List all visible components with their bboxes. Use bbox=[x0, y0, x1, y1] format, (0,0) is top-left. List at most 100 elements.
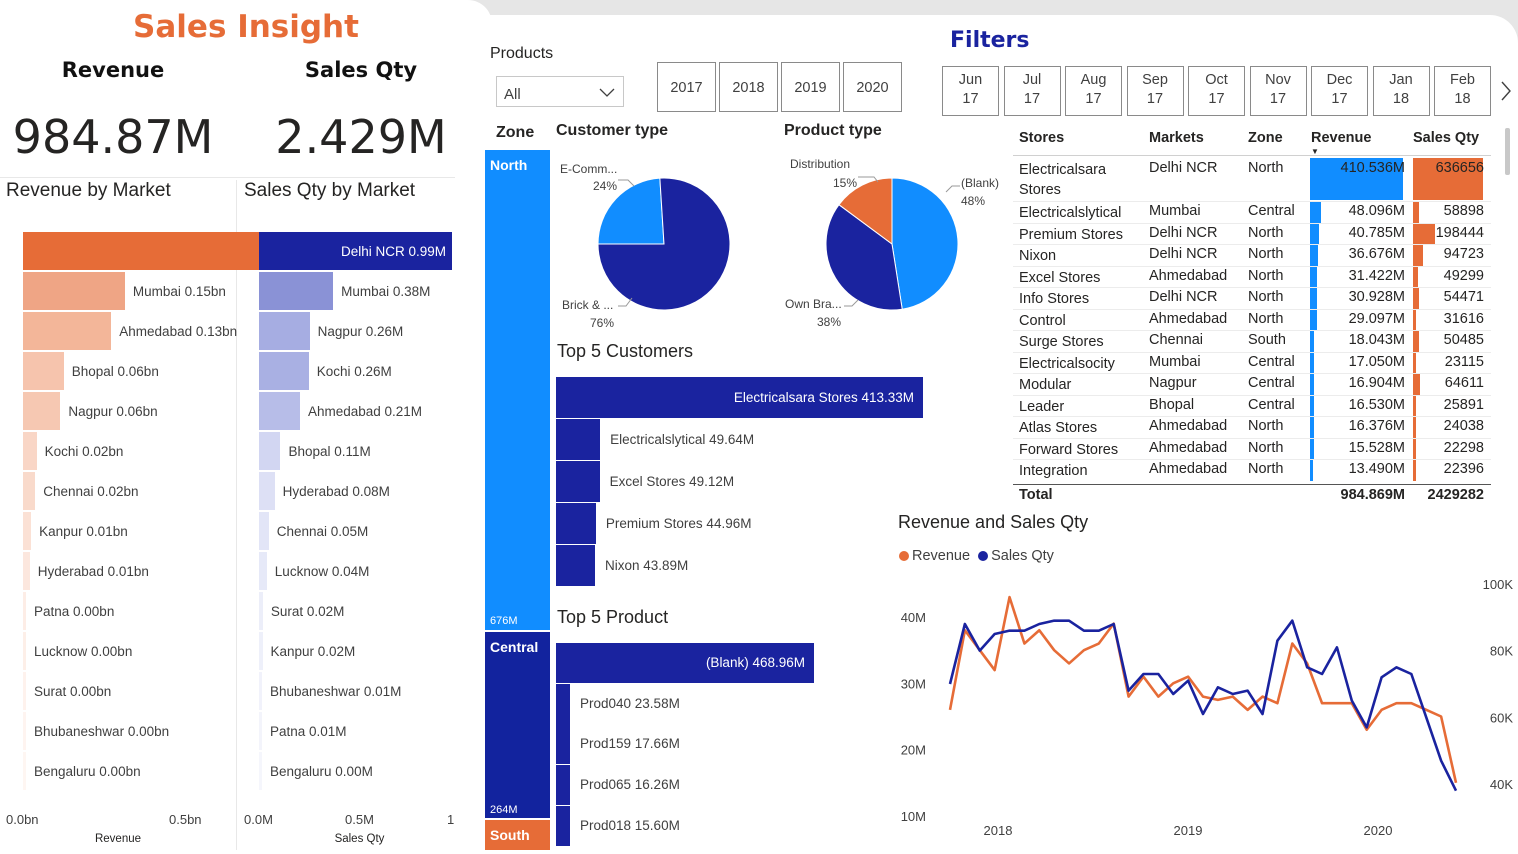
table-row[interactable]: Forward Stores Ahmedabad North 15.528M 22298 bbox=[1013, 437, 1491, 459]
table-row[interactable]: Leader Bhopal Central 16.530M 25891 bbox=[1013, 394, 1491, 416]
table-row[interactable]: Electricalsara Stores Delhi NCR North 410.5… bbox=[1013, 158, 1491, 201]
legend-qty-label: Sales Qty bbox=[991, 548, 1054, 564]
rev-market-bar[interactable] bbox=[23, 552, 30, 590]
year-button-2019[interactable]: 2019 bbox=[781, 62, 840, 112]
table-row[interactable]: Control Ahmedabad North 29.097M 31616 bbox=[1013, 308, 1491, 330]
rev-market-bar[interactable] bbox=[23, 712, 26, 750]
top-product-bar[interactable] bbox=[556, 683, 570, 724]
month-button[interactable]: Jul 17 bbox=[1003, 66, 1061, 116]
table-row[interactable]: Surge Stores Chennai South 18.043M 50485 bbox=[1013, 330, 1491, 352]
rev-market-bar[interactable] bbox=[23, 312, 112, 350]
products-dropdown[interactable]: All bbox=[496, 76, 624, 107]
legend-revenue[interactable]: Revenue bbox=[899, 548, 970, 564]
cell-store: Electricalslytical bbox=[1019, 205, 1122, 221]
qty-market-bar[interactable] bbox=[259, 512, 269, 550]
revenue-line[interactable] bbox=[948, 595, 1458, 784]
table-row[interactable]: Info Stores Delhi NCR North 30.928M 54471 bbox=[1013, 287, 1491, 309]
cell-market: Delhi NCR bbox=[1149, 246, 1218, 262]
product-type-slice[interactable] bbox=[891, 177, 959, 310]
table-row[interactable]: Integration Ahmedabad North 13.490M 22396 bbox=[1013, 459, 1491, 481]
rev-market-bar-label: Kanpur 0.01bn bbox=[39, 524, 128, 539]
cell-zone: North bbox=[1248, 160, 1284, 176]
top-customer-bar[interactable] bbox=[556, 545, 595, 586]
qty-market-bar[interactable] bbox=[259, 312, 310, 350]
cell-revenue: 16.530M bbox=[1348, 396, 1405, 413]
cell-market: Delhi NCR bbox=[1149, 289, 1218, 305]
qty-market-bar[interactable] bbox=[259, 432, 281, 470]
month-button[interactable]: Dec 17 bbox=[1311, 66, 1368, 116]
rev-market-bar[interactable] bbox=[23, 592, 26, 630]
cell-revenue: 31.422M bbox=[1348, 267, 1405, 284]
table-row[interactable]: Electricalsocity Mumbai Central 17.050M 2311… bbox=[1013, 351, 1491, 373]
table-header-markets[interactable]: Markets bbox=[1149, 130, 1204, 146]
qty-market-bar[interactable] bbox=[259, 352, 309, 390]
zone-south[interactable]: South bbox=[485, 820, 550, 850]
year-button-2020[interactable]: 2020 bbox=[843, 62, 902, 112]
month-button[interactable]: Jan 18 bbox=[1372, 66, 1430, 116]
qty-market-bar-label: Ahmedabad 0.21M bbox=[307, 404, 423, 419]
year-button-2017[interactable]: 2017 bbox=[657, 62, 716, 112]
zone-central[interactable]: Central 264M bbox=[485, 632, 550, 818]
table-header-zone[interactable]: Zone bbox=[1248, 130, 1283, 146]
legend-qty[interactable]: Sales Qty bbox=[978, 548, 1054, 564]
rev-market-bar[interactable] bbox=[23, 752, 26, 790]
month-button[interactable]: Jun 17 bbox=[942, 66, 999, 116]
table-row[interactable]: Modular Nagpur Central 16.904M 64611 bbox=[1013, 373, 1491, 395]
top-customer-bar[interactable] bbox=[556, 461, 600, 502]
rev-market-bar-label: Bhubaneshwar 0.00bn bbox=[34, 724, 170, 739]
rev-market-bar[interactable] bbox=[23, 632, 26, 670]
cell-revenue: 40.785M bbox=[1348, 224, 1405, 241]
qty-market-bar[interactable] bbox=[259, 392, 300, 430]
qty-market-bar[interactable] bbox=[259, 552, 267, 590]
table-scrollbar[interactable] bbox=[1505, 128, 1510, 175]
rev-market-bar[interactable] bbox=[23, 672, 26, 710]
month-button[interactable]: Aug 17 bbox=[1065, 66, 1122, 116]
top-product-bar-label: Prod040 23.58M bbox=[580, 695, 680, 711]
cell-store: Excel Stores bbox=[1019, 269, 1101, 286]
top-customer-bar[interactable] bbox=[556, 503, 596, 544]
top-product-bar[interactable] bbox=[556, 805, 570, 846]
month-button[interactable]: Oct 17 bbox=[1188, 66, 1245, 116]
qty-market-bar[interactable] bbox=[259, 632, 263, 670]
qty-market-bar-label: Delhi NCR 0.99M bbox=[340, 244, 446, 259]
revenue-kpi-label: Revenue bbox=[61, 58, 165, 82]
table-header-stores[interactable]: Stores bbox=[1019, 130, 1064, 146]
rev-market-bar[interactable] bbox=[23, 432, 37, 470]
table-row[interactable]: Nixon Delhi NCR North 36.676M 94723 bbox=[1013, 244, 1491, 266]
table-row[interactable]: Premium Stores Delhi NCR North 40.785M 19844… bbox=[1013, 222, 1491, 244]
qty-market-bar[interactable] bbox=[259, 472, 275, 510]
table-header-sales-qty[interactable]: Sales Qty bbox=[1413, 130, 1479, 146]
rev-market-bar[interactable] bbox=[23, 352, 64, 390]
month-button[interactable]: Feb 18 bbox=[1434, 66, 1491, 116]
table-header-revenue[interactable]: Revenue bbox=[1311, 130, 1371, 146]
zone-north[interactable]: North 676M bbox=[485, 150, 550, 630]
top-product-bar[interactable] bbox=[556, 724, 570, 765]
qty-market-bar[interactable] bbox=[259, 752, 262, 790]
top-product-bar[interactable] bbox=[556, 765, 570, 806]
qty-market-bar[interactable] bbox=[259, 712, 262, 750]
table-row[interactable]: Atlas Stores Ahmedabad North 16.376M 24038 bbox=[1013, 416, 1491, 438]
month-button[interactable]: Sep 17 bbox=[1126, 66, 1184, 116]
cell-qty: 25891 bbox=[1443, 396, 1484, 413]
month-button[interactable]: Nov 17 bbox=[1249, 66, 1307, 116]
table-row[interactable]: Electricalslytical Mumbai Central 48.096M 58… bbox=[1013, 201, 1491, 223]
qty-market-bar[interactable] bbox=[259, 272, 334, 310]
cust-slice-0-label: E-Comm... bbox=[560, 162, 618, 176]
rev-market-bar[interactable] bbox=[23, 392, 61, 430]
revenue-kpi-value: 984.87M bbox=[12, 110, 214, 164]
left-axis-tick: 10M bbox=[901, 809, 926, 824]
month-label: Oct bbox=[1205, 72, 1228, 88]
qty-market-bar[interactable] bbox=[259, 672, 262, 710]
rev-market-bar[interactable] bbox=[23, 512, 32, 550]
qty-market-bar[interactable] bbox=[259, 592, 263, 630]
cell-zone: Central bbox=[1248, 396, 1295, 413]
month-year: 17 bbox=[962, 91, 979, 107]
chevron-right-icon[interactable] bbox=[1500, 80, 1512, 102]
rev-market-bar[interactable] bbox=[23, 272, 125, 310]
top-customer-bar[interactable] bbox=[556, 419, 601, 460]
qty-market-bar-label: Bengaluru 0.00M bbox=[270, 764, 373, 779]
year-button-2018[interactable]: 2018 bbox=[719, 62, 778, 112]
rev-market-bar[interactable] bbox=[23, 472, 36, 510]
sales-qty-line[interactable] bbox=[948, 619, 1458, 792]
table-row[interactable]: Excel Stores Ahmedabad North 31.422M 49299 bbox=[1013, 265, 1491, 287]
